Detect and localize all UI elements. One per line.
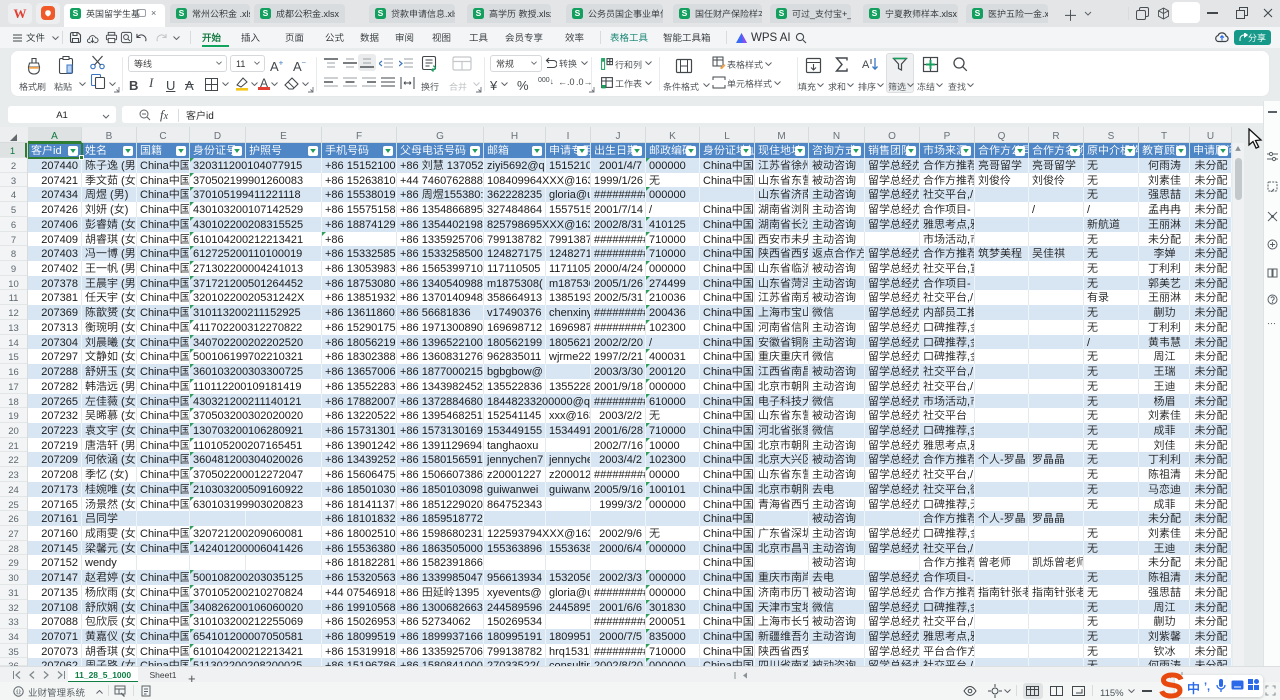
svg-text:W: W bbox=[14, 6, 27, 21]
svg-text:A: A bbox=[862, 59, 870, 71]
svg-text:业: 业 bbox=[15, 687, 21, 696]
